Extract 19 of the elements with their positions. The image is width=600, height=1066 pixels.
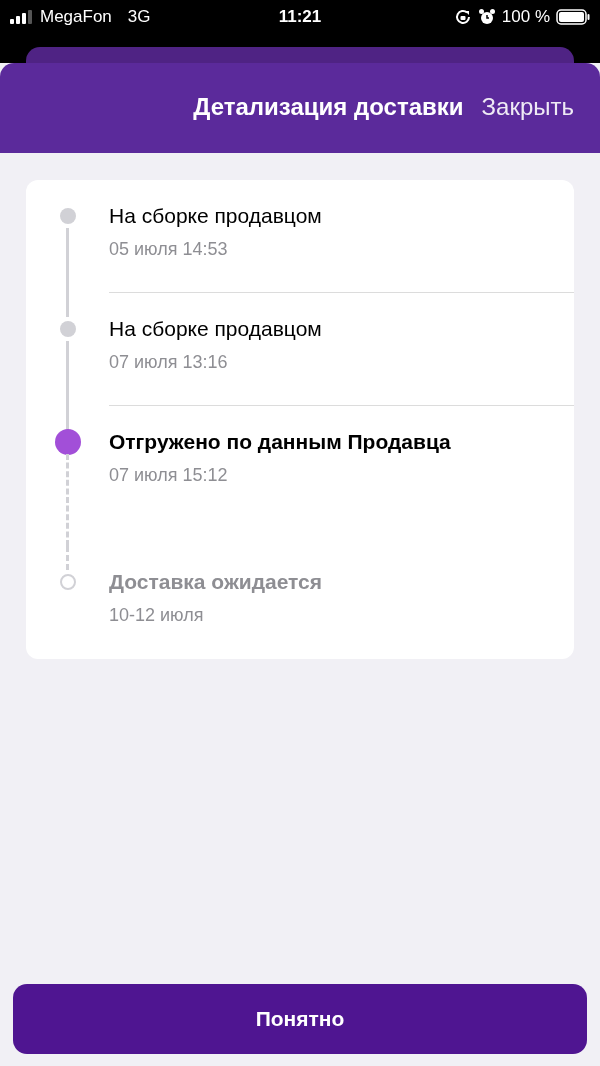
close-button[interactable]: Закрыть bbox=[481, 89, 574, 125]
header-title: Детализация доставки bbox=[193, 92, 464, 122]
status-date: 05 июля 14:53 bbox=[109, 238, 229, 261]
rotation-lock-icon bbox=[453, 8, 472, 26]
status-title: На сборке продавцом bbox=[109, 204, 323, 228]
status-title: Отгружено по данным Продавца bbox=[109, 430, 452, 454]
network-type: 3G bbox=[127, 6, 151, 29]
battery-percent: 100 % bbox=[501, 6, 550, 29]
ok-button[interactable]: Понятно bbox=[13, 984, 587, 1054]
status-date: 10-12 июля bbox=[109, 604, 205, 627]
battery-icon bbox=[556, 9, 590, 25]
status-date: 07 июля 13:16 bbox=[109, 351, 229, 374]
status-title: Доставка ожидается bbox=[109, 570, 324, 594]
carrier-name: MegaFon bbox=[40, 6, 112, 29]
status-date: 07 июля 15:12 bbox=[109, 464, 229, 487]
status-title: На сборке продавцом bbox=[109, 317, 323, 341]
alarm-icon bbox=[477, 8, 496, 26]
signal-icon bbox=[10, 10, 34, 24]
clock-time: 11:21 bbox=[278, 6, 322, 29]
